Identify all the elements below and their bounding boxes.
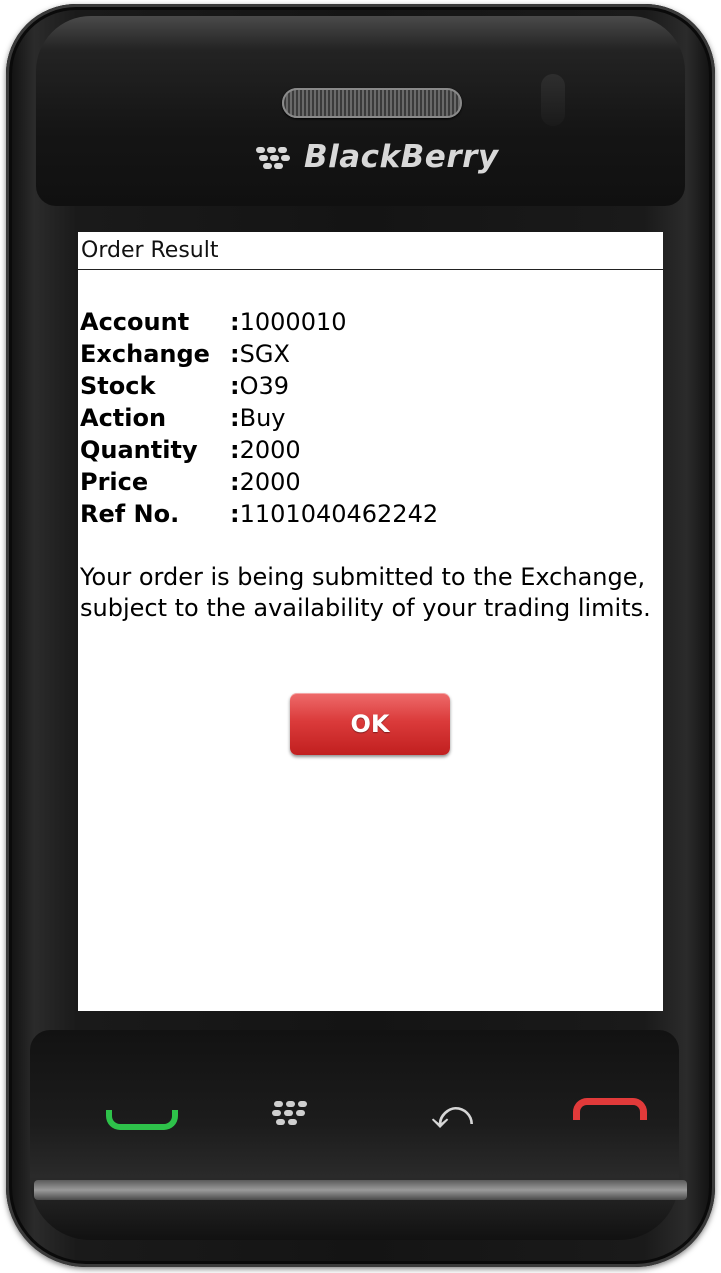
call-key[interactable] xyxy=(92,1085,192,1145)
detail-separator: : xyxy=(230,404,240,432)
end-call-icon xyxy=(573,1098,647,1120)
ok-button[interactable]: OK xyxy=(290,693,450,755)
detail-label: Price xyxy=(80,468,149,496)
detail-value: O39 xyxy=(239,372,290,400)
detail-value: 1101040462242 xyxy=(239,500,439,528)
chrome-trim xyxy=(34,1180,687,1200)
detail-label: Action xyxy=(80,404,167,432)
blackberry-menu-icon xyxy=(272,1100,312,1130)
brand-name: BlackBerry xyxy=(304,139,499,175)
detail-separator: : xyxy=(230,372,240,400)
detail-row-stock: Stock : O39 xyxy=(80,370,660,402)
detail-row-account: Account : 1000010 xyxy=(80,306,660,338)
detail-row-exchange: Exchange : SGX xyxy=(80,338,660,370)
detail-value: 2000 xyxy=(239,468,301,496)
detail-label: Stock xyxy=(80,372,156,400)
brand-header: BlackBerry xyxy=(256,135,499,179)
detail-value: SGX xyxy=(239,340,290,368)
detail-label: Quantity xyxy=(80,436,198,464)
detail-value: 2000 xyxy=(239,436,301,464)
detail-value: Buy xyxy=(239,404,286,432)
order-message: Your order is being submitted to the Exc… xyxy=(80,563,651,622)
detail-separator: : xyxy=(230,436,240,464)
detail-value: 1000010 xyxy=(239,308,347,336)
detail-label: Exchange xyxy=(80,340,210,368)
notification-led xyxy=(541,74,565,126)
detail-separator: : xyxy=(230,308,240,336)
detail-separator: : xyxy=(230,500,240,528)
detail-row-ref-no: Ref No. : 1101040462242 xyxy=(80,498,660,530)
detail-row-action: Action : Buy xyxy=(80,402,660,434)
menu-key[interactable] xyxy=(242,1085,342,1145)
detail-label: Account xyxy=(80,308,190,336)
order-details: Account : 1000010 Exchange : SGX Stock :… xyxy=(80,306,660,530)
call-icon xyxy=(106,1110,178,1130)
detail-row-quantity: Quantity : 2000 xyxy=(80,434,660,466)
blackberry-logo-icon xyxy=(256,145,296,169)
back-icon: ⤺ xyxy=(430,1092,474,1138)
screen-title: Order Result xyxy=(78,232,663,270)
end-call-key[interactable] xyxy=(560,1085,660,1145)
detail-separator: : xyxy=(230,340,240,368)
detail-row-price: Price : 2000 xyxy=(80,466,660,498)
detail-label: Ref No. xyxy=(80,500,180,528)
earpiece-speaker xyxy=(282,88,462,118)
detail-separator: : xyxy=(230,468,240,496)
device-screen: Order Result Account : 1000010 Exchange … xyxy=(78,232,663,1011)
back-key[interactable]: ⤺ xyxy=(402,1085,502,1145)
